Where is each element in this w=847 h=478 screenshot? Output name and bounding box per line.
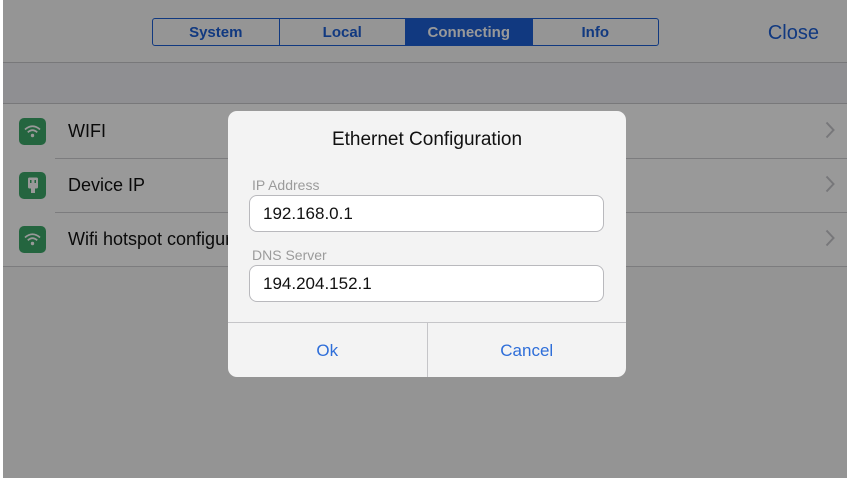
ethernet-config-dialog: Ethernet Configuration IP Address DNS Se…: [228, 111, 626, 377]
screen: System Local Connecting Info Close WIFI: [3, 0, 847, 478]
cancel-button[interactable]: Cancel: [426, 323, 627, 377]
dns-server-input[interactable]: [249, 265, 604, 302]
dialog-buttons: Ok Cancel: [228, 322, 626, 377]
ip-address-label: IP Address: [252, 177, 320, 193]
ok-button[interactable]: Ok: [228, 323, 427, 377]
dns-server-label: DNS Server: [252, 247, 327, 263]
ip-address-input[interactable]: [249, 195, 604, 232]
dialog-title: Ethernet Configuration: [331, 129, 523, 150]
